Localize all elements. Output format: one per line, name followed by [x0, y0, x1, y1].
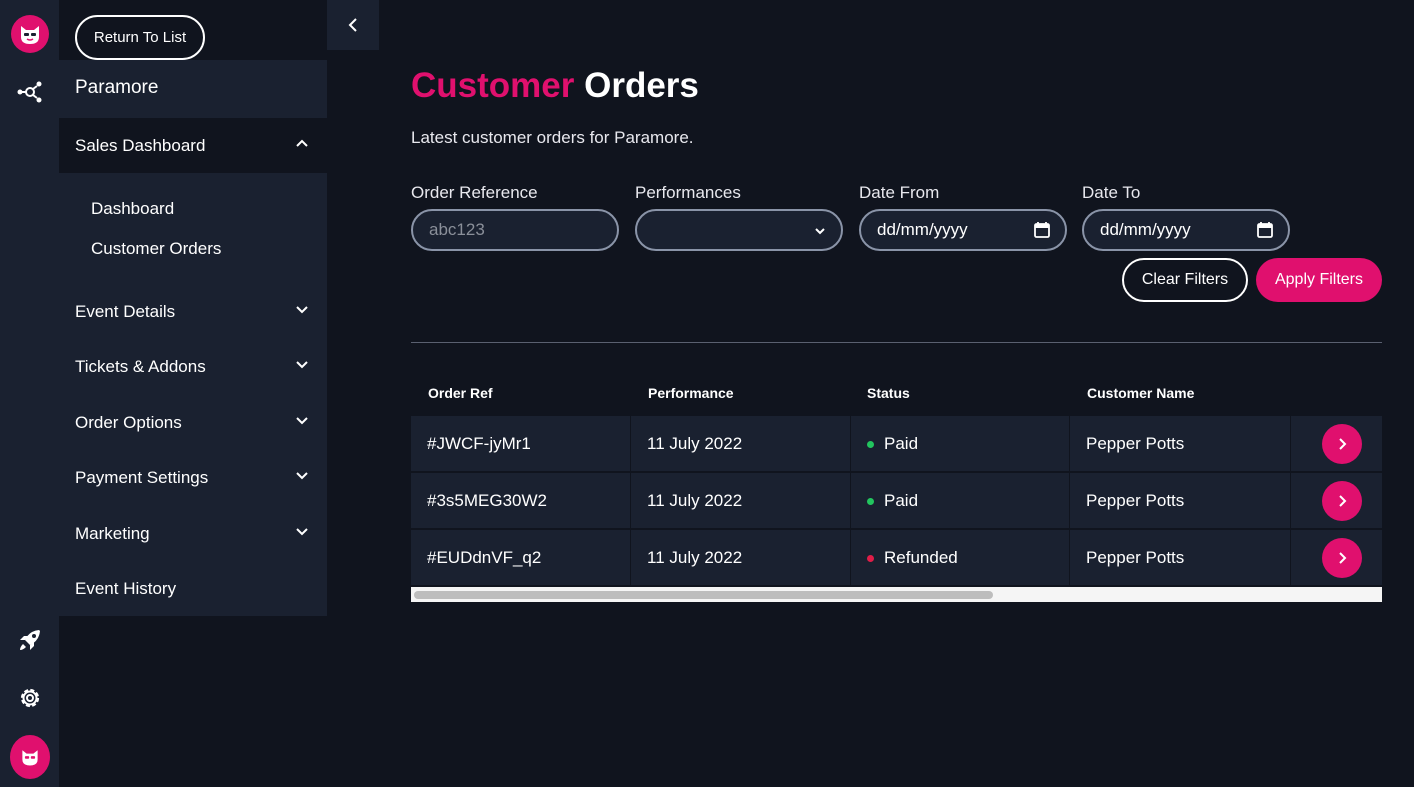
sidebar-item-label: Event History — [75, 578, 177, 598]
status-paid-dot — [867, 497, 874, 505]
chevron-down-icon — [296, 472, 308, 480]
view-order-button[interactable] — [1322, 538, 1362, 578]
sidebar-item-label: Marketing — [75, 523, 150, 543]
sidebar-item-marketing[interactable]: Marketing — [59, 506, 327, 561]
sidebar-item-event-history[interactable]: Event History — [59, 561, 327, 616]
customer-name-cell: Pepper Potts — [1070, 416, 1291, 472]
chevron-right-icon — [1339, 552, 1347, 564]
chevron-down-icon — [296, 361, 308, 369]
logo-circle — [11, 15, 49, 53]
sidebar-item-label: Order Options — [75, 412, 182, 432]
column-header-order-ref: Order Ref — [428, 385, 493, 401]
sidebar-item-label: Event Details — [75, 301, 176, 321]
date-from-label: Date From — [859, 183, 940, 202]
date-to-label: Date To — [1082, 183, 1141, 202]
divider — [411, 342, 1382, 343]
page-title-rest: Orders — [584, 66, 699, 105]
chevron-down-icon — [296, 417, 308, 425]
network-icon-svg — [17, 81, 42, 103]
calendar-icon[interactable] — [1033, 221, 1051, 239]
order-reference-label: Order Reference — [411, 183, 538, 202]
sidebar-item-label: Tickets & Addons — [75, 356, 206, 376]
order-reference-input[interactable]: abc123 — [411, 209, 619, 251]
chevron-down-icon — [296, 528, 308, 536]
status-badge: Refunded — [884, 548, 958, 567]
performances-select[interactable] — [635, 209, 843, 251]
chevron-left-icon — [348, 18, 357, 32]
status-cell: Paid — [851, 473, 1070, 529]
sidebar-item-order-options[interactable]: Order Options — [59, 395, 327, 450]
order-ref-cell: #JWCF-jyMr1 — [411, 416, 631, 472]
rocket-icon[interactable] — [10, 620, 50, 660]
status-paid-dot — [867, 440, 874, 448]
gear-icon[interactable] — [10, 678, 50, 718]
customer-name-cell: Pepper Potts — [1070, 530, 1291, 586]
table-row[interactable]: #EUDdnVF_q2 11 July 2022 Refunded Pepper… — [411, 530, 1382, 586]
performance-cell: 11 July 2022 — [631, 416, 851, 472]
status-cell: Refunded — [851, 530, 1070, 586]
page-title-accent: Customer — [411, 66, 575, 105]
table-row[interactable]: #JWCF-jyMr1 11 July 2022 Paid Pepper Pot… — [411, 416, 1382, 472]
network-icon[interactable] — [10, 72, 50, 112]
view-order-button[interactable] — [1322, 481, 1362, 521]
avatar-circle — [10, 735, 50, 779]
status-badge: Paid — [884, 434, 919, 453]
date-from-input[interactable]: dd/mm/yyyy — [859, 209, 1067, 251]
page-subtitle: Latest customer orders for Paramore. — [411, 128, 694, 147]
calendar-icon[interactable] — [1256, 221, 1274, 239]
order-ref-cell: #3s5MEG30W2 — [411, 473, 631, 529]
customer-name-cell: Pepper Potts — [1070, 473, 1291, 529]
performance-cell: 11 July 2022 — [631, 473, 851, 529]
order-reference-placeholder: abc123 — [429, 220, 485, 239]
status-badge: Paid — [884, 491, 919, 510]
view-order-button[interactable] — [1322, 424, 1362, 464]
page-title: Customer Orders — [411, 66, 699, 106]
chevron-right-icon — [1339, 495, 1347, 507]
chevron-down-icon — [296, 306, 308, 314]
sidebar-subitem-dashboard[interactable]: Dashboard — [91, 199, 174, 219]
sidebar-item-payment-settings[interactable]: Payment Settings — [59, 450, 327, 505]
sidebar-subitem-customer-orders[interactable]: Customer Orders — [91, 239, 221, 259]
collapse-sidebar-button[interactable] — [327, 0, 379, 50]
gear-icon-svg — [20, 688, 40, 708]
column-header-customer-name: Customer Name — [1087, 385, 1195, 401]
sidebar-item-tickets-addons[interactable]: Tickets & Addons — [59, 339, 327, 394]
apply-filters-button[interactable]: Apply Filters — [1256, 258, 1382, 302]
order-ref-cell: #EUDdnVF_q2 — [411, 530, 631, 586]
return-to-list-button[interactable]: Return To List — [75, 15, 205, 60]
column-header-status: Status — [867, 385, 910, 401]
icon-rail — [0, 0, 59, 787]
table-row[interactable]: #3s5MEG30W2 11 July 2022 Paid Pepper Pot… — [411, 473, 1382, 529]
sidebar: Return To List Paramore Sales Dashboard … — [59, 0, 327, 787]
event-name: Paramore — [75, 77, 159, 98]
sidebar-item-label: Payment Settings — [75, 467, 209, 487]
sidebar-item-label: Sales Dashboard — [75, 135, 206, 155]
chevron-up-icon — [296, 139, 308, 147]
sidebar-item-sales-dashboard[interactable]: Sales Dashboard — [59, 118, 327, 173]
performances-label: Performances — [635, 183, 741, 202]
chevron-right-icon — [1339, 438, 1347, 450]
performance-cell: 11 July 2022 — [631, 530, 851, 586]
status-cell: Paid — [851, 416, 1070, 472]
sidebar-item-event-details[interactable]: Event Details — [59, 284, 327, 339]
chevron-down-icon — [815, 228, 825, 235]
table-horizontal-scrollbar[interactable] — [411, 587, 1382, 602]
avatar[interactable] — [10, 735, 50, 779]
status-refunded-dot — [867, 554, 874, 562]
date-from-value: dd/mm/yyyy — [877, 220, 968, 239]
rocket-icon-svg — [20, 630, 40, 650]
avatar-icon — [22, 750, 38, 766]
date-to-input[interactable]: dd/mm/yyyy — [1082, 209, 1290, 251]
column-header-performance: Performance — [648, 385, 734, 401]
cat-logo-icon — [21, 26, 39, 44]
scrollbar-thumb[interactable] — [414, 591, 993, 599]
date-to-value: dd/mm/yyyy — [1100, 220, 1191, 239]
clear-filters-button[interactable]: Clear Filters — [1122, 258, 1248, 302]
logo-icon[interactable] — [10, 14, 50, 54]
